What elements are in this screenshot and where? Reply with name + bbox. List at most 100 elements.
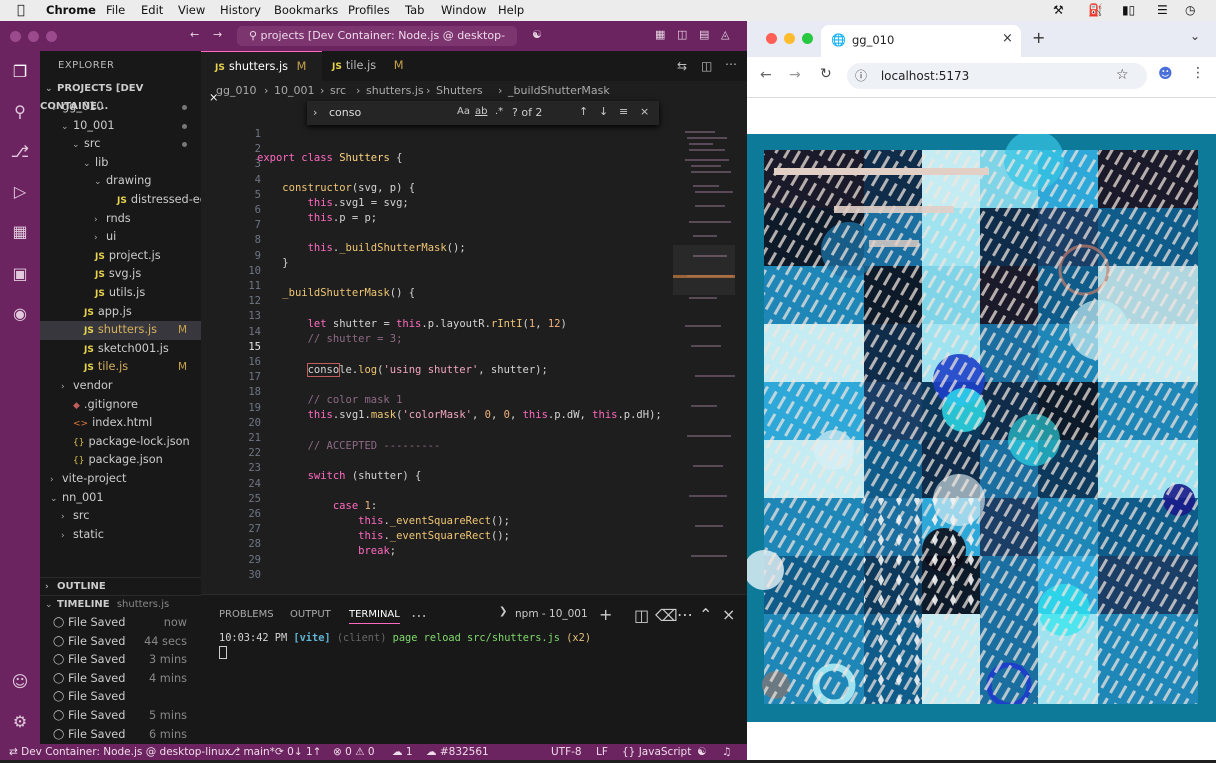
remote-explorer-icon[interactable]: ▣ xyxy=(9,263,31,285)
browser-tab[interactable]: 🌐 gg_010 × xyxy=(821,25,1021,57)
ports-indicator[interactable]: ☁ 1 xyxy=(392,744,413,760)
vpn-icon[interactable]: ⚒ xyxy=(1053,3,1064,17)
tree-item[interactable]: {} package-lock.json xyxy=(40,433,201,452)
run-debug-icon[interactable]: ▷ xyxy=(9,181,31,203)
apple-icon[interactable]:  xyxy=(17,3,25,18)
tree-item[interactable]: ⌄ nn_001 xyxy=(40,489,201,508)
find-in-selection-icon[interactable]: ≡ xyxy=(619,105,628,118)
compare-changes-icon[interactable]: ⇆ xyxy=(677,59,687,73)
generative-artwork[interactable] xyxy=(747,134,1216,722)
split-editor-icon[interactable]: ◫ xyxy=(701,59,712,73)
forward-arrow-icon[interactable]: → xyxy=(789,67,801,83)
extensions-icon[interactable]: ▦ xyxy=(9,221,31,243)
tree-item[interactable]: ⌄ gg_010 xyxy=(40,98,201,117)
site-info-icon[interactable]: ⓘ xyxy=(855,69,867,83)
menu-help[interactable]: Help xyxy=(498,3,524,17)
minimize-window-button[interactable] xyxy=(784,33,795,44)
docker-icon[interactable]: ⛽ xyxy=(1088,3,1103,17)
tree-item[interactable]: › src xyxy=(40,507,201,526)
timeline-header[interactable]: ⌄ TIMELINE shutters.js xyxy=(40,595,201,614)
branch-indicator[interactable]: ⎇ main* xyxy=(228,744,275,760)
tree-item[interactable]: ⌄ 10_001 xyxy=(40,117,201,136)
back-arrow-icon[interactable]: ← xyxy=(760,67,772,83)
explorer-icon[interactable]: ❐ xyxy=(9,61,31,83)
tree-item[interactable]: JS tile.js M xyxy=(40,358,201,377)
bell-icon[interactable]: ♫ xyxy=(722,744,731,760)
accounts-icon[interactable]: ☺ xyxy=(9,671,31,693)
commit-indicator[interactable]: ☁ #832561 xyxy=(426,744,489,760)
tree-item[interactable]: › static xyxy=(40,526,201,545)
breadcrumb-segment[interactable]: Shutters xyxy=(436,81,483,101)
tab-terminal[interactable]: TERMINAL xyxy=(349,609,400,624)
tree-item[interactable]: ⌄ src xyxy=(40,135,201,154)
match-case-icon[interactable]: Aa xyxy=(457,106,470,117)
tree-item[interactable]: › rnds xyxy=(40,210,201,229)
remote-indicator[interactable]: ⇄ Dev Container: Node.js @ desktop-linux xyxy=(9,744,231,760)
terminal-output[interactable]: 10:03:42 PM [vite] (client) page reload … xyxy=(219,632,591,644)
tree-item[interactable]: › vite-project xyxy=(40,470,201,489)
tab-shutters[interactable]: JS shutters.js M × xyxy=(201,51,322,104)
timeline-item[interactable]: ◯ File Saved now xyxy=(40,614,201,633)
tree-item[interactable]: JS shutters.js M xyxy=(40,321,201,340)
maximize-panel-icon[interactable]: ⌃ xyxy=(699,605,712,624)
breadcrumb-segment[interactable]: 10_001 xyxy=(274,81,315,101)
find-input[interactable]: conso xyxy=(329,106,361,119)
copilot-icon[interactable]: ☯ xyxy=(532,28,542,41)
copilot-status-icon[interactable]: ☯ xyxy=(697,744,706,760)
tab-search-icon[interactable]: ⌄ xyxy=(1190,29,1200,43)
forward-arrow-icon[interactable]: → xyxy=(213,28,222,41)
menu-view[interactable]: View xyxy=(178,3,205,17)
timeline-item[interactable]: ◯ File Saved 5 mins xyxy=(40,707,201,726)
customize-layout-icon[interactable]: ▦ xyxy=(655,28,665,41)
tree-item[interactable]: JS app.js xyxy=(40,303,201,322)
toggle-panel-icon[interactable]: ▤ xyxy=(699,28,709,41)
command-center[interactable]: ⚲ projects [Dev Container: Node.js @ des… xyxy=(237,26,517,62)
breadcrumb-segment[interactable]: gg_010 xyxy=(216,81,256,101)
regex-icon[interactable]: .* xyxy=(495,106,503,117)
tree-item[interactable]: JS project.js xyxy=(40,247,201,266)
menu-bookmarks[interactable]: Bookmarks xyxy=(274,3,338,17)
sync-indicator[interactable]: ⟳ 0↓ 1↑ xyxy=(275,744,321,760)
close-icon[interactable]: × xyxy=(722,605,735,624)
new-terminal-icon[interactable]: + xyxy=(599,605,612,624)
minimap[interactable] xyxy=(673,125,747,595)
close-icon[interactable]: × xyxy=(1002,31,1013,46)
breadcrumb-segment[interactable]: src xyxy=(330,81,346,101)
menu-tab[interactable]: Tab xyxy=(405,3,424,17)
breadcrumb-segment[interactable]: _buildShutterMask xyxy=(508,81,610,101)
more-actions-icon[interactable]: ⋯ xyxy=(677,605,693,624)
split-terminal-icon[interactable]: ◫ xyxy=(634,606,649,625)
menu-history[interactable]: History xyxy=(220,3,261,17)
tree-item[interactable]: › vendor xyxy=(40,377,201,396)
tree-item[interactable]: ◆ .gitignore xyxy=(40,396,201,415)
tree-item[interactable]: JSdistressed-edge-... xyxy=(40,191,201,210)
tree-item[interactable]: {} package.json xyxy=(40,451,201,470)
source-control-icon[interactable]: ⎇ xyxy=(9,141,31,163)
close-icon[interactable]: × xyxy=(640,105,649,118)
whole-word-icon[interactable]: ab xyxy=(475,106,487,117)
bookmark-star-icon[interactable]: ☆ xyxy=(1116,67,1129,83)
more-actions-icon[interactable]: ⋯ xyxy=(411,606,427,625)
search-view-icon[interactable]: ⚲ xyxy=(9,101,31,123)
code-content[interactable]: export class Shutters { constructor(svg,… xyxy=(201,125,671,595)
breadcrumb-segment[interactable]: shutters.js xyxy=(366,81,424,101)
timeline-item[interactable]: ◯ File Saved 4 mins xyxy=(40,670,201,689)
address-bar[interactable]: ⓘ localhost:5173 xyxy=(847,63,1147,89)
maximize-window-button[interactable] xyxy=(802,33,813,44)
trash-icon[interactable]: ⌫ xyxy=(655,606,678,625)
menu-file[interactable]: File xyxy=(106,3,125,17)
encoding-indicator[interactable]: UTF-8 xyxy=(551,744,582,760)
previous-match-icon[interactable]: ↑ xyxy=(579,105,588,118)
timeline-item[interactable]: ◯ File Saved 3 mins xyxy=(40,651,201,670)
tab-tile[interactable]: JS tile.js M xyxy=(322,51,412,81)
maximize-window-button[interactable] xyxy=(46,31,57,42)
terminal-name[interactable]: npm - 10_001 xyxy=(515,608,588,620)
workspace-header[interactable]: ⌄ PROJECTS [DEV CONTAINE... xyxy=(40,80,201,112)
menu-edit[interactable]: Edit xyxy=(141,3,163,17)
tree-item[interactable]: ⌄ lib xyxy=(40,154,201,173)
app-menu[interactable]: Chrome xyxy=(46,3,96,17)
more-actions-icon[interactable]: ⋯ xyxy=(725,57,737,71)
new-tab-button[interactable]: + xyxy=(1032,28,1045,47)
settings-gear-icon[interactable]: ⚙ xyxy=(9,711,31,733)
outline-header[interactable]: › OUTLINE xyxy=(40,577,201,596)
